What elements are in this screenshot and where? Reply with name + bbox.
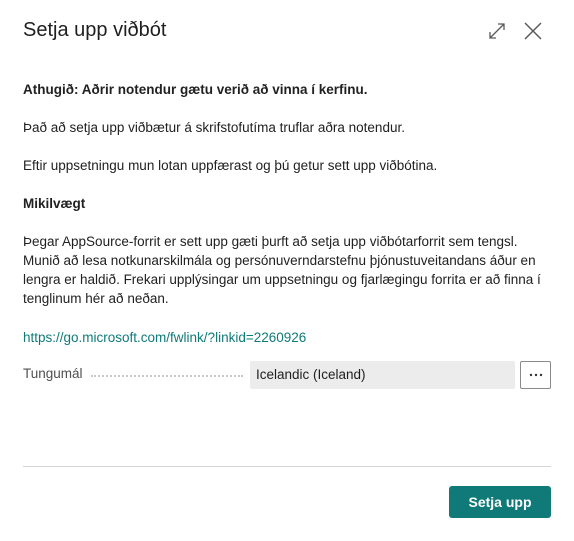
dialog-title: Setja upp viðbót (23, 19, 167, 41)
close-icon (524, 22, 542, 40)
install-extension-dialog: Setja upp viðbót Athugið: Aðrir notendur… (0, 0, 574, 541)
help-link[interactable]: https://go.microsoft.com/fwlink/?linkid=… (23, 330, 306, 345)
install-button[interactable]: Setja upp (449, 486, 551, 518)
language-label: Tungumál (23, 366, 83, 381)
important-heading: Mikilvægt (23, 196, 86, 211)
footer-divider (23, 466, 551, 467)
expand-diagonal-icon (489, 23, 505, 39)
after-install-notice: Eftir uppsetningu mun lotan uppfærast og… (23, 158, 438, 173)
language-select[interactable]: Icelandic (Iceland) (250, 361, 515, 389)
appsource-notice: Þegar AppSource-forrit er sett upp gæti … (23, 234, 541, 306)
close-dialog-button[interactable] (522, 20, 544, 42)
interrupt-notice: Það að setja upp viðbætur á skrifstofutí… (23, 120, 405, 135)
expand-dialog-button[interactable] (486, 20, 508, 42)
warning-heading: Athugið: Aðrir notendur gætu verið að vi… (23, 82, 368, 97)
language-lookup-button[interactable] (520, 361, 551, 389)
ellipsis-icon (529, 373, 542, 377)
label-leader-dots (91, 375, 243, 377)
